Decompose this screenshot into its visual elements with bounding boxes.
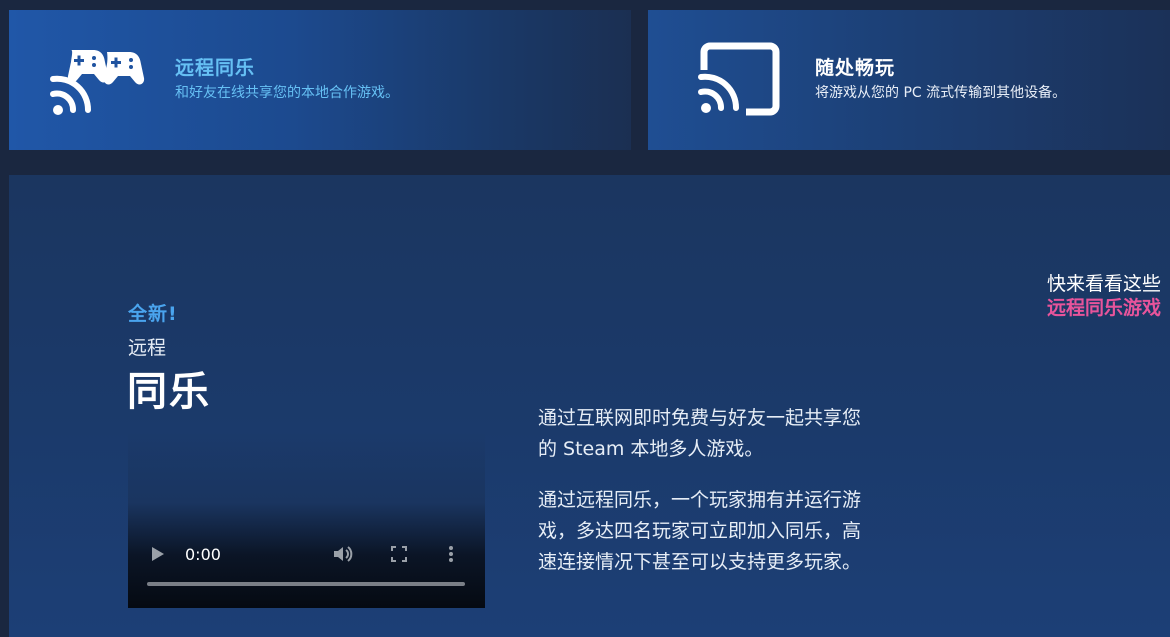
fullscreen-button[interactable]: [391, 542, 407, 566]
video-player[interactable]: 0:00: [128, 432, 485, 608]
feature-heading-big: 同乐: [127, 369, 211, 415]
remote-play-together-card[interactable]: 远程同乐 和好友在线共享您的本地合作游戏。: [9, 10, 631, 150]
remote-play-anywhere-title: 随处畅玩: [815, 57, 896, 79]
volume-icon: [334, 546, 353, 562]
remote-play-together-subtitle: 和好友在线共享您的本地合作游戏。: [175, 85, 399, 101]
fullscreen-icon: [391, 546, 407, 562]
cast-screen-icon: [698, 42, 780, 116]
volume-button[interactable]: [332, 542, 354, 566]
remote-play-anywhere-card[interactable]: 随处畅玩 将游戏从您的 PC 流式传输到其他设备。: [648, 10, 1170, 150]
description-paragraph-1: 通过互联网即时免费与好友一起共享您的 Steam 本地多人游戏。: [538, 407, 862, 460]
play-button[interactable]: [150, 542, 166, 566]
feature-description: 通过互联网即时免费与好友一起共享您的 Steam 本地多人游戏。 通过远程同乐，…: [538, 403, 878, 598]
page: 远程同乐 和好友在线共享您的本地合作游戏。 随处畅玩 将游戏从您的 PC 流式传…: [0, 0, 1170, 637]
play-icon: [152, 547, 164, 561]
more-options-button[interactable]: [448, 542, 454, 566]
gamepad-broadcast-icon: [50, 50, 145, 115]
new-badge: 全新!: [128, 303, 178, 325]
feature-section: 快来看看这些 远程同乐游戏 全新! 远程 同乐 0:00 通过互联网即时免费与好…: [9, 175, 1170, 637]
side-link-line1: 快来看看这些: [1046, 273, 1161, 295]
remote-play-together-title: 远程同乐: [175, 57, 256, 79]
side-link-line2: 远程同乐游戏: [1046, 297, 1161, 319]
description-paragraph-2: 通过远程同乐，一个玩家拥有并运行游戏，多达四名玩家可立即加入同乐，高速连接情况下…: [538, 489, 862, 573]
feature-heading-small: 远程: [128, 337, 167, 359]
video-progress-bar[interactable]: [147, 582, 465, 586]
video-time: 0:00: [185, 544, 221, 564]
more-vertical-icon: [449, 546, 453, 562]
browse-remote-play-games-link[interactable]: 快来看看这些 远程同乐游戏: [1047, 272, 1161, 320]
remote-play-anywhere-subtitle: 将游戏从您的 PC 流式传输到其他设备。: [815, 85, 1067, 101]
